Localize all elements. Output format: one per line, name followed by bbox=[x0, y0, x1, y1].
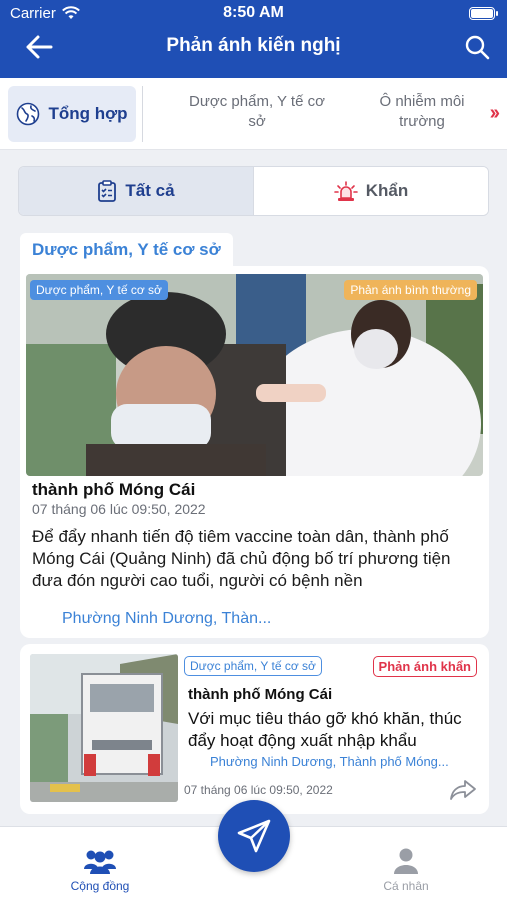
section-label: Dược phẩm, Y tế cơ sở bbox=[20, 233, 233, 267]
category-tabs: Tổng hợp Dược phẩm, Y tế cơ sở Ô nhiễm m… bbox=[0, 78, 507, 150]
filter-all[interactable]: Tất cả bbox=[19, 167, 254, 215]
tab-tong-hop[interactable]: Tổng hợp bbox=[8, 86, 136, 142]
filter-segment: Tất cả Khẩn bbox=[18, 166, 489, 216]
nav-profile-label: Cá nhân bbox=[383, 879, 429, 893]
nav-community[interactable]: Cộng đồng bbox=[40, 847, 160, 893]
app-header: Carrier 8:50 AM Phản ánh kiến nghị bbox=[0, 0, 507, 78]
page-title: Phản ánh kiến nghị bbox=[166, 35, 341, 56]
nav-profile[interactable]: Cá nhân bbox=[346, 847, 466, 893]
more-chevron-icon[interactable]: ›› bbox=[490, 102, 500, 125]
post-title: thành phố Móng Cái bbox=[188, 686, 333, 703]
post-location[interactable]: Phường Ninh Dương, Thành phố Móng... bbox=[210, 754, 466, 769]
filter-urgent-label: Khẩn bbox=[365, 181, 409, 200]
search-icon[interactable] bbox=[463, 33, 491, 61]
status-bar: Carrier 8:50 AM bbox=[0, 0, 507, 28]
post-time: 07 tháng 06 lúc 09:50, 2022 bbox=[32, 501, 206, 517]
post-image bbox=[26, 274, 483, 476]
filter-urgent[interactable]: Khẩn bbox=[254, 167, 488, 215]
post-location[interactable]: Phường Ninh Dương, Thàn... bbox=[62, 610, 271, 628]
status-badge: Phản ánh bình thường bbox=[344, 280, 477, 300]
checklist-icon bbox=[98, 180, 117, 202]
globe-icon bbox=[17, 102, 40, 126]
clock: 8:50 AM bbox=[223, 4, 284, 21]
post-time: 07 tháng 06 lúc 09:50, 2022 bbox=[184, 783, 333, 797]
post-body: Để đẩy nhanh tiến độ tiêm vaccine toàn d… bbox=[32, 527, 451, 590]
post-card[interactable]: Dược phẩm, Y tế cơ sở Phản ánh bình thườ… bbox=[20, 266, 489, 638]
tab-o-nhiem[interactable]: Ô nhiễm môi trường bbox=[360, 92, 484, 132]
person-icon bbox=[394, 848, 418, 874]
status-badge: Phản ánh khẩn bbox=[372, 656, 477, 677]
post-body: Với mục tiêu tháo gỡ khó khăn, thúc đẩy … bbox=[188, 709, 462, 750]
tab-divider bbox=[142, 86, 143, 142]
post-card[interactable]: Dược phẩm, Y tế cơ sở Phản ánh khẩn thàn… bbox=[20, 644, 489, 814]
tab-tong-hop-label: Tổng hợp bbox=[48, 104, 128, 123]
paper-plane-icon bbox=[237, 819, 271, 853]
community-icon bbox=[84, 850, 116, 874]
post-image bbox=[30, 654, 178, 802]
category-badge: Dược phẩm, Y tế cơ sở bbox=[184, 656, 322, 676]
siren-icon bbox=[333, 181, 358, 201]
send-report-button[interactable] bbox=[218, 800, 290, 872]
battery-icon bbox=[469, 7, 498, 20]
post-title: thành phố Móng Cái bbox=[32, 480, 196, 499]
nav-community-label: Cộng đồng bbox=[70, 879, 130, 893]
filter-all-label: Tất cả bbox=[125, 181, 175, 200]
tab-duoc-pham[interactable]: Dược phẩm, Y tế cơ sở bbox=[186, 92, 328, 132]
category-badge: Dược phẩm, Y tế cơ sở bbox=[30, 280, 168, 300]
share-icon[interactable] bbox=[449, 778, 477, 802]
